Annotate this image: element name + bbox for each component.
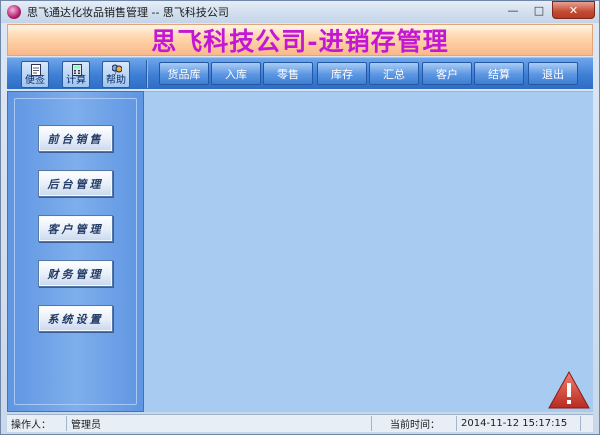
sidebar-item-back-office[interactable]: 后台管理 [38,170,113,197]
status-bar: 操作人： 管理员 当前时间： 2014-11-12 15:17:15 [7,414,593,432]
menu-goods-library[interactable]: 货品库 [159,62,209,85]
title-bar: 思飞通达化妆品销售管理 -- 思飞科技公司 — □ ✕ [1,1,599,23]
note-label: 便签 [25,75,45,86]
app-window: 思飞通达化妆品销售管理 -- 思飞科技公司 — □ ✕ 思飞科技公司-进销存管理… [0,0,600,435]
time-label: 当前时间： [372,416,456,431]
toolbar: 便签 计算 ? 帮助 货品库 入库 零售 库存 汇总 客户 结算 退出 [7,57,593,89]
sidebar: 前台销售 后台管理 客户管理 财务管理 系统设置 [7,91,144,412]
svg-text:?: ? [114,71,117,76]
maximize-button[interactable]: □ [526,1,552,19]
note-button[interactable]: 便签 [21,61,49,88]
sidebar-item-customer-mgmt[interactable]: 客户管理 [38,215,113,242]
calculator-icon [72,64,82,76]
sidebar-item-system-settings[interactable]: 系统设置 [38,305,113,332]
sidebar-item-front-sales[interactable]: 前台销售 [38,125,113,152]
menu-settlement[interactable]: 结算 [474,62,524,85]
sidebar-item-finance-mgmt[interactable]: 财务管理 [38,260,113,287]
time-value: 2014-11-12 15:17:15 [456,416,581,431]
window-controls: — □ ✕ [500,1,595,19]
app-icon [7,5,21,19]
help-button[interactable]: ? 帮助 [102,61,130,88]
close-button[interactable]: ✕ [552,1,595,19]
menu-exit[interactable]: 退出 [528,62,578,85]
warning-icon[interactable] [547,370,591,410]
help-icon: ? [112,64,122,76]
menu-inventory[interactable]: 库存 [317,62,367,85]
header-banner: 思飞科技公司-进销存管理 [7,24,593,56]
calculator-label: 计算 [66,75,86,86]
menu-customer[interactable]: 客户 [422,62,472,85]
help-label: 帮助 [106,75,126,86]
minimize-button[interactable]: — [500,1,526,19]
toolbar-separator [146,60,148,88]
operator-label: 操作人： [7,416,67,431]
time-label-text: 当前时间： [390,420,440,431]
window-title: 思飞通达化妆品销售管理 -- 思飞科技公司 [27,6,229,19]
operator-value: 管理员 [67,416,372,431]
note-icon [31,64,41,76]
main-content-area [144,91,593,412]
calculator-button[interactable]: 计算 [62,61,90,88]
banner-title: 思飞科技公司-进销存管理 [151,27,449,56]
menu-stock-in[interactable]: 入库 [211,62,261,85]
menu-summary[interactable]: 汇总 [369,62,419,85]
menu-retail[interactable]: 零售 [263,62,313,85]
